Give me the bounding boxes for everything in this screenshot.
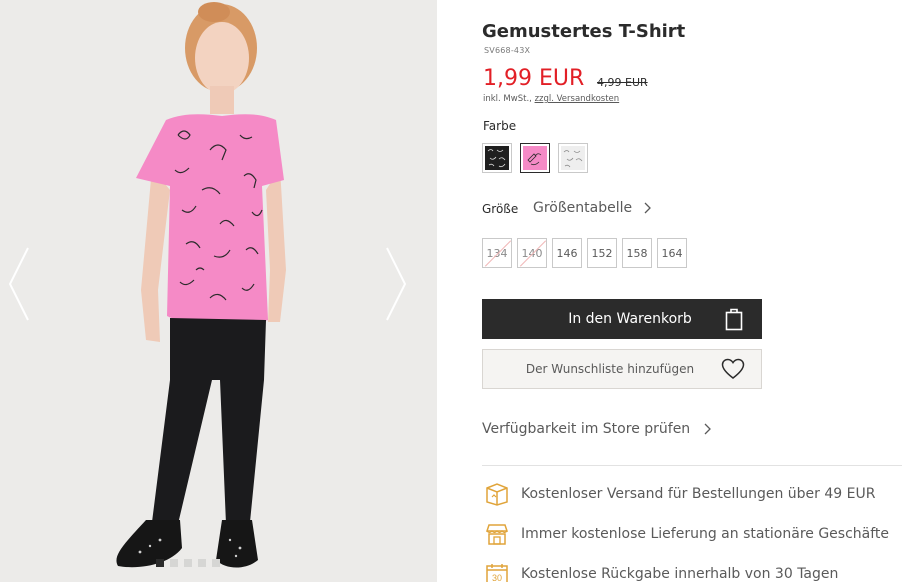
add-to-wishlist-button[interactable]: Der Wunschliste hinzufügen: [482, 349, 762, 389]
product-image-gallery[interactable]: [0, 0, 437, 582]
shipping-box-icon: [486, 483, 508, 506]
benefit-free-returns: 30 Kostenlose Rückgabe innerhalb von 30 …: [485, 562, 838, 582]
product-photo: [0, 0, 437, 582]
add-to-wishlist-label: Der Wunschliste hinzufügen: [525, 362, 695, 376]
chevron-right-icon: [644, 202, 652, 214]
gallery-pagination: [156, 559, 220, 567]
calendar-number: 30: [492, 573, 502, 582]
shopping-bag-icon: [725, 308, 743, 331]
tax-note-text: inkl. MwSt.,: [483, 94, 535, 104]
next-image-arrow-icon[interactable]: [381, 244, 411, 324]
black-pattern-icon: [487, 149, 506, 168]
size-option[interactable]: 164: [657, 238, 687, 268]
benefit-store-delivery-text: Immer kostenlose Lieferung an stationäre…: [521, 526, 890, 542]
shipping-costs-link[interactable]: zzgl. Versandkosten: [535, 94, 620, 104]
gallery-dot[interactable]: [170, 559, 178, 567]
old-price: 4,99 EUR: [597, 76, 648, 89]
add-to-cart-label: In den Warenkorb: [568, 311, 692, 327]
color-label: Farbe: [483, 119, 517, 133]
add-to-cart-button[interactable]: In den Warenkorb: [482, 299, 762, 339]
current-price: 1,99 EUR: [483, 66, 585, 91]
color-swatch-black[interactable]: [482, 143, 512, 173]
size-option-unavailable[interactable]: 134: [482, 238, 512, 268]
white-pattern-icon: [563, 150, 583, 168]
store-icon: [485, 524, 509, 545]
gallery-dot[interactable]: [198, 559, 206, 567]
product-sku: SV668-43X: [484, 46, 531, 55]
size-label: Größe: [482, 202, 519, 216]
color-swatch-pink[interactable]: [520, 143, 550, 173]
previous-image-arrow-icon[interactable]: [4, 244, 34, 324]
chevron-right-icon: [704, 423, 712, 435]
gallery-dot[interactable]: [156, 559, 164, 567]
store-availability-link[interactable]: Verfügbarkeit im Store prüfen: [482, 421, 712, 437]
pink-pattern-icon: [527, 153, 542, 166]
benefit-free-shipping: Kostenloser Versand für Bestellungen übe…: [485, 482, 875, 506]
divider: [482, 465, 902, 466]
size-guide-link[interactable]: Größentabelle: [533, 200, 652, 216]
benefit-free-shipping-text: Kostenloser Versand für Bestellungen übe…: [521, 486, 876, 502]
size-option-unavailable[interactable]: 140: [517, 238, 547, 268]
color-swatches: [482, 143, 588, 173]
gallery-dot[interactable]: [184, 559, 192, 567]
size-option[interactable]: 158: [622, 238, 652, 268]
gallery-dot[interactable]: [212, 559, 220, 567]
tax-note: inkl. MwSt., zzgl. Versandkosten: [483, 94, 619, 104]
product-title: Gemustertes T-Shirt: [482, 21, 686, 42]
size-option[interactable]: 152: [587, 238, 617, 268]
store-availability-label: Verfügbarkeit im Store prüfen: [482, 421, 691, 437]
size-options: 134 140 146 152 158 164: [482, 238, 687, 268]
color-swatch-white[interactable]: [558, 143, 588, 173]
benefit-store-delivery: Immer kostenlose Lieferung an stationäre…: [485, 522, 889, 546]
heart-icon: [721, 358, 745, 379]
size-guide-label: Größentabelle: [533, 200, 633, 216]
product-details-panel: Gemustertes T-Shirt SV668-43X 1,99 EUR 4…: [482, 0, 902, 582]
size-option[interactable]: 146: [552, 238, 582, 268]
calendar-30-icon: 30: [486, 564, 508, 582]
benefit-free-returns-text: Kostenlose Rückgabe innerhalb von 30 Tag…: [521, 566, 839, 582]
